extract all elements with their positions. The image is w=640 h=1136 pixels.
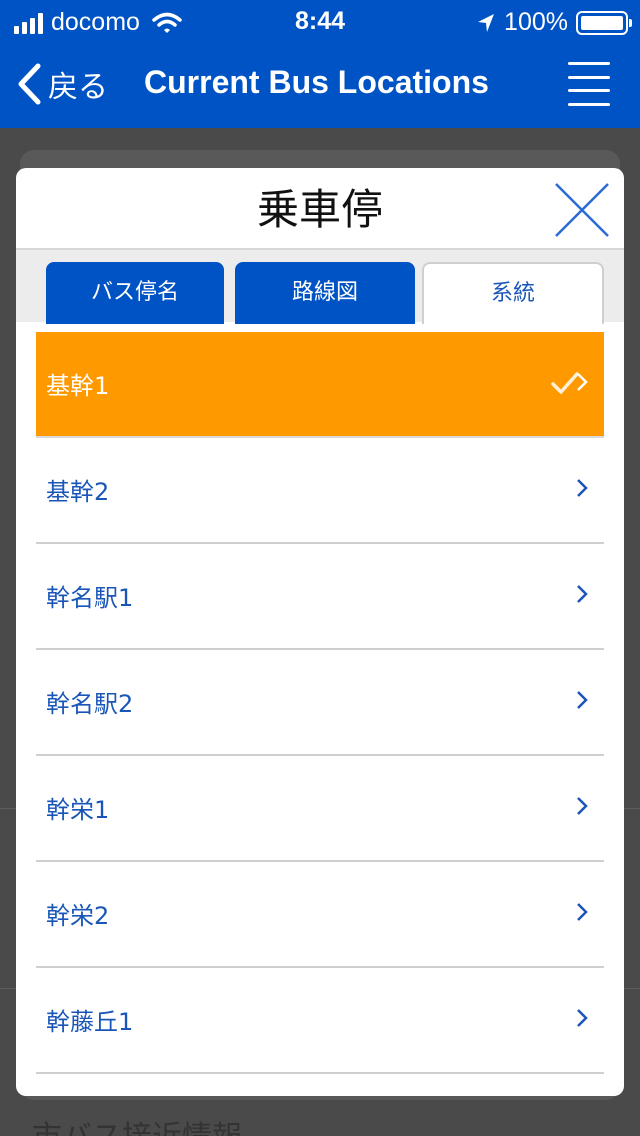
tab-route-system[interactable]: 系統 bbox=[422, 262, 604, 324]
stop-selection-modal: 乗車停 バス停名 路線図 系統 基幹1 基幹2 幹名駅1 幹名駅2 幹栄1 幹栄… bbox=[16, 168, 624, 1096]
list-item-label: 幹栄1 bbox=[46, 796, 110, 824]
chevron-right-icon bbox=[577, 1009, 588, 1027]
tab-route-map[interactable]: 路線図 bbox=[235, 262, 415, 324]
status-bar: docomo 8:44 100% bbox=[0, 0, 640, 42]
chevron-right-icon bbox=[577, 691, 588, 709]
chevron-right-icon bbox=[577, 479, 588, 497]
list-item[interactable]: 幹栄2 bbox=[36, 862, 604, 968]
tab-bus-stop-name[interactable]: バス停名 bbox=[46, 262, 224, 324]
background-text: 市バス接近情報 bbox=[32, 1112, 242, 1136]
battery-percent: 100% bbox=[504, 8, 568, 36]
close-icon bbox=[555, 183, 609, 237]
list-item[interactable]: 幹栄1 bbox=[36, 756, 604, 862]
battery-icon bbox=[576, 10, 632, 35]
list-item-label: 幹藤丘1 bbox=[46, 1008, 134, 1036]
close-button[interactable] bbox=[552, 180, 612, 240]
list-item-label: 幹栄2 bbox=[46, 902, 110, 930]
menu-icon[interactable] bbox=[568, 62, 610, 106]
list-item[interactable]: 基幹2 bbox=[36, 438, 604, 544]
list-item-label: 幹名駅2 bbox=[46, 690, 134, 718]
location-arrow-icon bbox=[478, 13, 495, 32]
checkmark-icon bbox=[551, 372, 579, 394]
page-title: Current Bus Locations bbox=[144, 64, 489, 100]
navigation-bar: 戻る Current Bus Locations bbox=[0, 42, 640, 128]
chevron-left-icon bbox=[18, 63, 41, 105]
modal-title: 乗車停 bbox=[256, 185, 383, 234]
tab-bar: バス停名 路線図 系統 bbox=[16, 250, 624, 324]
list-item[interactable]: 幹名駅2 bbox=[36, 650, 604, 756]
top-bar: docomo 8:44 100% 戻る Current Bus Location… bbox=[0, 0, 640, 128]
list-item[interactable]: 基幹1 bbox=[36, 332, 604, 438]
chevron-right-icon bbox=[577, 903, 588, 921]
chevron-right-icon bbox=[577, 797, 588, 815]
list-item-label: 幹名駅1 bbox=[46, 584, 134, 612]
back-label: 戻る bbox=[48, 70, 108, 105]
list-item[interactable]: 幹藤丘1 bbox=[36, 968, 604, 1074]
list-item-label: 基幹2 bbox=[46, 478, 110, 506]
route-list: 基幹1 基幹2 幹名駅1 幹名駅2 幹栄1 幹栄2 幹藤丘1 bbox=[36, 332, 604, 1074]
chevron-right-icon bbox=[577, 585, 588, 603]
list-item[interactable]: 幹名駅1 bbox=[36, 544, 604, 650]
back-button[interactable]: 戻る bbox=[16, 62, 108, 106]
list-item-label: 基幹1 bbox=[46, 372, 110, 400]
